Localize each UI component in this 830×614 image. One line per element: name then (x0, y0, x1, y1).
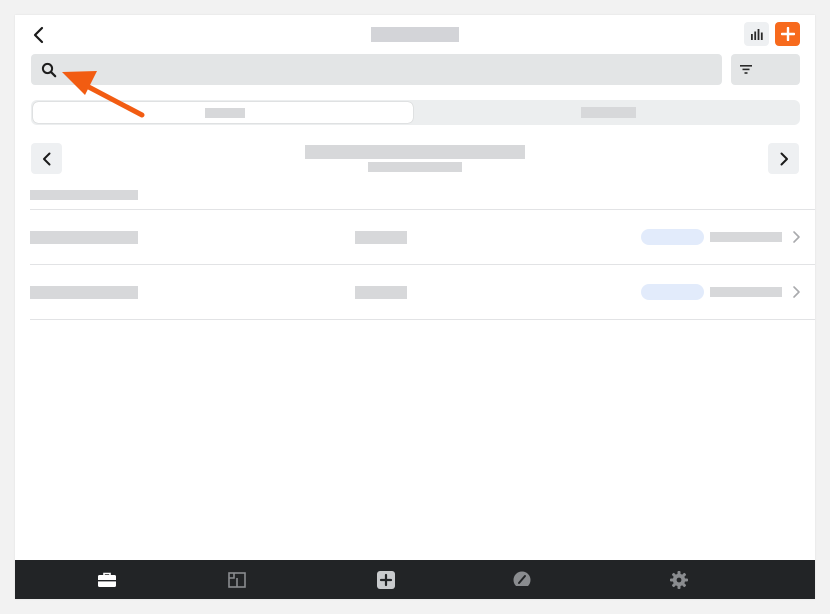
previous-button[interactable] (31, 143, 62, 174)
gear-icon (670, 570, 688, 589)
next-button[interactable] (768, 143, 799, 174)
add-button[interactable] (775, 22, 800, 46)
search-icon (41, 62, 57, 78)
chevron-right-icon (793, 231, 800, 243)
list-item-title (30, 286, 138, 299)
floor-plan-icon (228, 571, 246, 588)
page-title (371, 27, 459, 42)
period-title (305, 145, 525, 159)
status-badge (641, 229, 704, 245)
list-item-value (355, 231, 407, 244)
chevron-right-icon (793, 286, 800, 298)
dashboard-gauge-icon (512, 571, 532, 589)
briefcase-icon (98, 572, 116, 587)
nav-item-dashboard[interactable] (492, 560, 552, 599)
add-square-icon (377, 570, 395, 589)
tab-second-label (581, 107, 636, 118)
back-button[interactable] (27, 23, 51, 47)
status-badge (641, 284, 704, 300)
nav-item-settings[interactable] (649, 560, 709, 599)
nav-item-drawings[interactable] (207, 560, 267, 599)
divider (30, 319, 815, 320)
section-header (30, 190, 138, 200)
filter-icon (740, 65, 752, 74)
tab-first-label (205, 108, 245, 118)
chevron-right-icon (780, 152, 788, 165)
nav-item-projects[interactable] (77, 560, 137, 599)
list-item-detail (710, 287, 782, 297)
list-item[interactable] (15, 210, 815, 264)
list-item-detail (710, 232, 782, 242)
app-window (15, 15, 815, 599)
plus-icon (780, 27, 795, 41)
period-subtitle (368, 162, 462, 172)
segmented-control (31, 100, 800, 125)
nav-item-create[interactable] (356, 560, 416, 599)
bottom-nav-bar (15, 560, 815, 599)
list-item-title (30, 231, 138, 244)
list-item-value (355, 286, 407, 299)
bar-chart-icon (750, 28, 763, 40)
chevron-left-icon (33, 26, 44, 44)
reports-button[interactable] (744, 22, 769, 46)
filter-button[interactable] (731, 54, 800, 85)
search-input[interactable] (31, 54, 722, 85)
list-item[interactable] (15, 265, 815, 319)
chevron-left-icon (42, 152, 50, 165)
tab-first[interactable] (33, 102, 413, 123)
tab-second[interactable] (415, 100, 800, 125)
